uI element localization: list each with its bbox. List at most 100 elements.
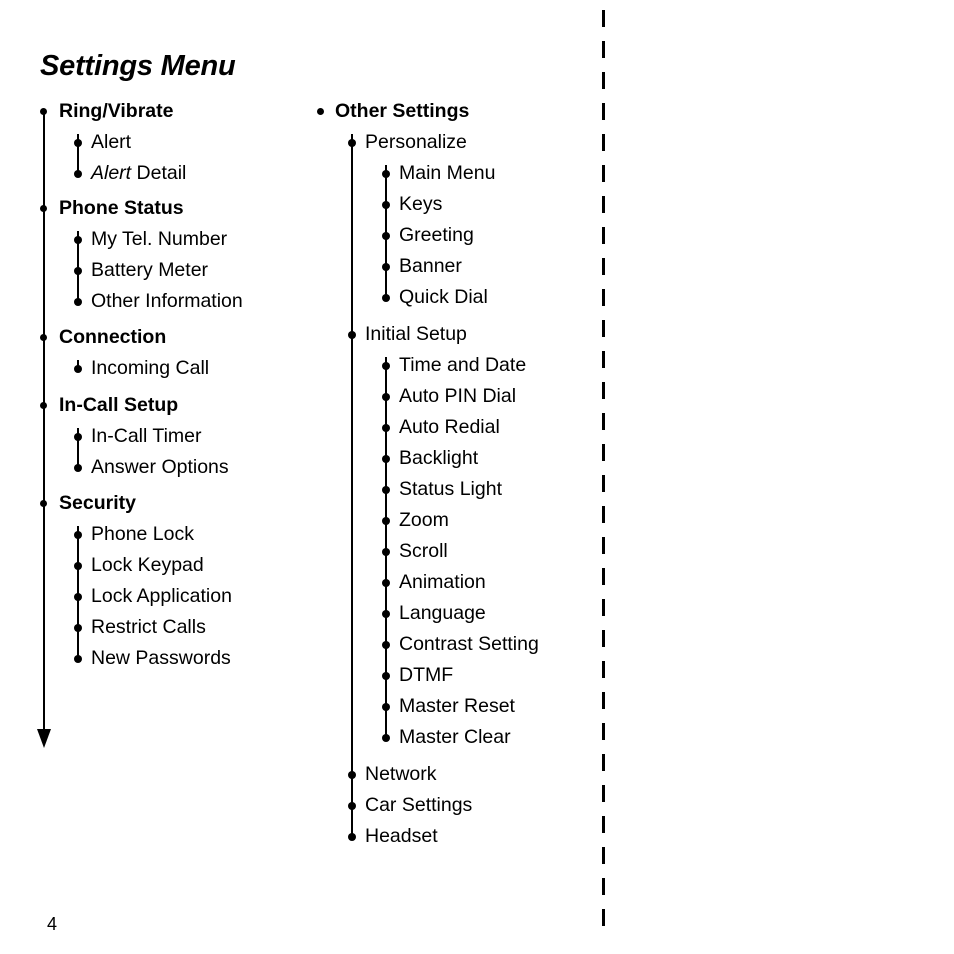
manual-page: Settings Menu Ring/Vibrate Alert Alert D… — [0, 0, 954, 954]
bullet-icon — [382, 703, 390, 711]
margin-rule-dash — [602, 785, 605, 802]
margin-rule-dash — [602, 134, 605, 151]
bullet-icon — [382, 393, 390, 401]
tree-node-label: My Tel. Number — [91, 228, 228, 250]
margin-rule-dash — [602, 351, 605, 368]
margin-rule-dash — [602, 413, 605, 430]
tree-node-label: Answer Options — [91, 456, 229, 478]
tree-node-label: Main Menu — [399, 162, 496, 184]
tree-node-label: Car Settings — [365, 794, 473, 816]
tree-node-label: Alert — [91, 131, 132, 153]
page-title: Settings Menu — [40, 50, 236, 82]
margin-rule-dash — [602, 630, 605, 647]
bullet-icon — [74, 464, 82, 472]
bullet-icon — [382, 610, 390, 618]
tree-node-label: Headset — [365, 825, 438, 847]
margin-rule-dash — [602, 320, 605, 337]
bullet-icon — [382, 232, 390, 240]
bullet-icon — [348, 833, 356, 841]
bullet-icon — [382, 641, 390, 649]
tree-node-label: Animation — [399, 571, 486, 593]
bullet-icon — [74, 236, 82, 244]
bullet-icon — [382, 579, 390, 587]
tree-node-label: Master Reset — [399, 695, 515, 717]
tree-node-label: Incoming Call — [91, 357, 210, 379]
tree-node-label: Zoom — [399, 509, 449, 531]
tree-node-label: New Passwords — [91, 647, 231, 669]
margin-rule-dash — [602, 909, 605, 926]
tree-node-label-plain: Detail — [131, 162, 187, 184]
margin-rule-dash — [602, 258, 605, 275]
other-settings-spine — [351, 134, 353, 834]
bullet-icon — [74, 433, 82, 441]
margin-rule-dash — [602, 754, 605, 771]
bullet-icon — [40, 205, 47, 212]
tree-node-label: Other Information — [91, 290, 243, 312]
bullet-icon — [348, 771, 356, 779]
bullet-icon — [74, 562, 82, 570]
margin-rule-dash — [602, 10, 605, 27]
tree-node-label: Backlight — [399, 447, 479, 469]
flow-down-arrow-icon — [37, 729, 51, 748]
tree-node-label: Scroll — [399, 540, 448, 562]
margin-rule-dash — [602, 506, 605, 523]
bullet-icon — [382, 672, 390, 680]
margin-rule-dash — [602, 599, 605, 616]
tree-node-label: Phone Lock — [91, 523, 194, 545]
tree-node-label: Ring/Vibrate — [59, 100, 174, 122]
bullet-icon — [74, 593, 82, 601]
tree-node-label: Time and Date — [399, 354, 527, 376]
margin-rule-dash — [602, 723, 605, 740]
tree-node-label: Lock Application — [91, 585, 232, 607]
tree-node-label: Auto Redial — [399, 416, 500, 438]
tree-node-label: Master Clear — [399, 726, 511, 748]
tree-node-label: Contrast Setting — [399, 633, 539, 655]
bullet-icon — [74, 365, 82, 373]
tree-node-label: Other Settings — [335, 100, 470, 122]
tree-node-label: Alert Detail — [91, 158, 186, 189]
bullet-icon — [348, 139, 356, 147]
margin-rule-dash — [602, 475, 605, 492]
bullet-icon — [74, 624, 82, 632]
bullet-icon — [74, 655, 82, 663]
bullet-icon — [40, 402, 47, 409]
bullet-icon — [382, 362, 390, 370]
bullet-icon — [348, 802, 356, 810]
bullet-icon — [317, 108, 324, 115]
margin-rule-dash — [602, 227, 605, 244]
tree-node-label: Network — [365, 763, 437, 785]
bullet-icon — [74, 139, 82, 147]
tree-node-label: In-Call Timer — [91, 425, 202, 447]
tree-node-label: Battery Meter — [91, 259, 209, 281]
bullet-icon — [348, 331, 356, 339]
tree-node-label: Connection — [59, 326, 167, 348]
tree-node-label: Security — [59, 492, 136, 514]
bullet-icon — [382, 455, 390, 463]
margin-rule-dash — [602, 444, 605, 461]
bullet-icon — [382, 424, 390, 432]
tree-node-label: Phone Status — [59, 197, 184, 219]
bullet-icon — [382, 548, 390, 556]
tree-node-label: Greeting — [399, 224, 474, 246]
margin-rule-dash — [602, 103, 605, 120]
bullet-icon — [382, 517, 390, 525]
margin-rule-dash — [602, 41, 605, 58]
margin-rule-dash — [602, 537, 605, 554]
bullet-icon — [74, 170, 82, 178]
bullet-icon — [382, 486, 390, 494]
tree-node-label: Keys — [399, 193, 443, 215]
bullet-icon — [382, 734, 390, 742]
tree-node-label: Status Light — [399, 478, 502, 500]
margin-rule-dash — [602, 196, 605, 213]
bullet-icon — [74, 267, 82, 275]
tree-node-label: In-Call Setup — [59, 394, 179, 416]
margin-rule-dash — [602, 165, 605, 182]
margin-rule-dash — [602, 847, 605, 864]
tree-node-label: Quick Dial — [399, 286, 488, 308]
bullet-icon — [382, 201, 390, 209]
tree-node-label: Language — [399, 602, 486, 624]
margin-rule-dash — [602, 692, 605, 709]
tree-node-label: Personalize — [365, 131, 467, 153]
margin-rule-dash — [602, 816, 605, 833]
page-number: 4 — [47, 914, 58, 934]
